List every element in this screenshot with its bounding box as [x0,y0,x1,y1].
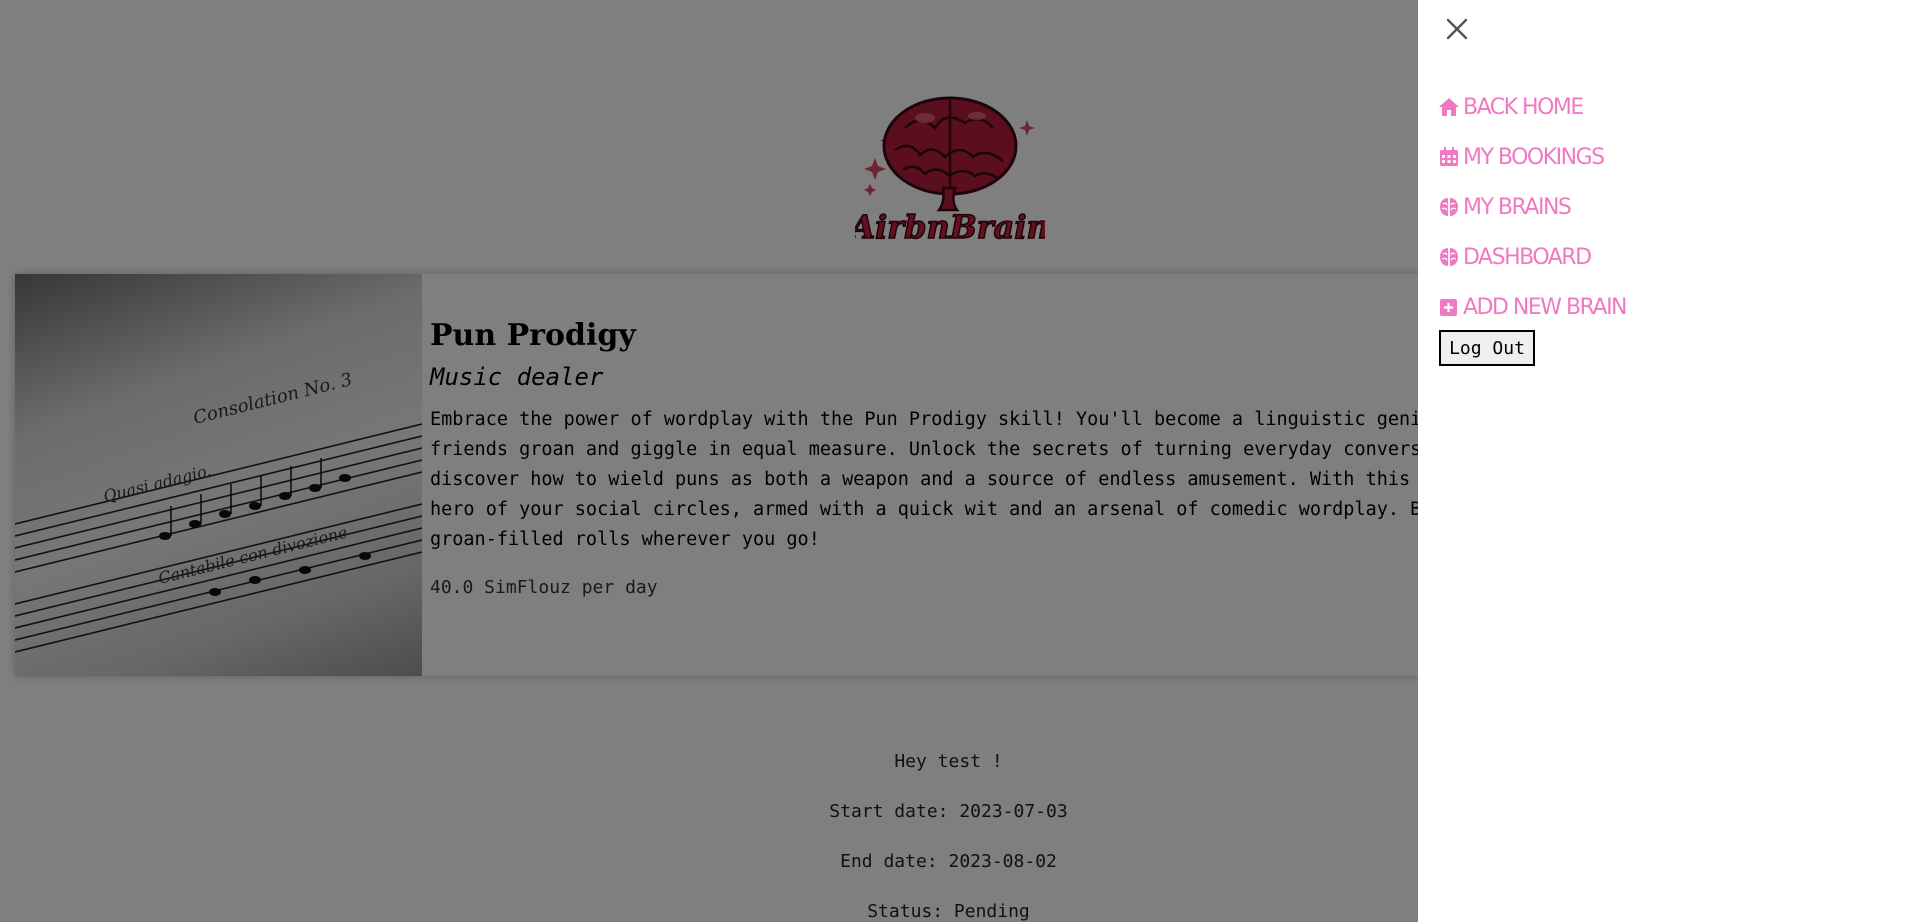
sidebar-item-my-bookings[interactable]: MY BOOKINGS [1438,132,1626,182]
close-icon [1446,18,1468,40]
sidebar-item-add-new-brain[interactable]: ADD NEW BRAIN [1438,282,1628,332]
brain-icon [1438,196,1460,218]
home-icon [1438,96,1460,118]
page: AirbnBrain [0,0,1917,922]
logout-button[interactable]: Log Out [1439,330,1535,366]
sidebar-item-my-brains[interactable]: MY BRAINS [1438,182,1626,232]
sidebar-nav: BACK HOME MY BOOKINGS MY BRAINS DASHBOAR… [1438,82,1628,332]
plus-square-icon [1438,296,1460,318]
sidebar-item-label: MY BOOKINGS [1463,144,1605,170]
sidebar-item-back-home[interactable]: BACK HOME [1438,82,1626,132]
sidebar-item-label: DASHBOARD [1463,244,1592,270]
sidebar-item-label: MY BRAINS [1463,194,1572,220]
calendar-icon [1438,146,1460,168]
offcanvas-sidebar: BACK HOME MY BOOKINGS MY BRAINS DASHBOAR… [1418,0,1917,922]
sidebar-item-dashboard[interactable]: DASHBOARD [1438,232,1626,282]
close-button[interactable] [1442,14,1472,44]
sidebar-item-label: ADD NEW BRAIN [1463,294,1628,320]
sidebar-item-label: BACK HOME [1463,94,1584,120]
brain-icon [1438,246,1460,268]
